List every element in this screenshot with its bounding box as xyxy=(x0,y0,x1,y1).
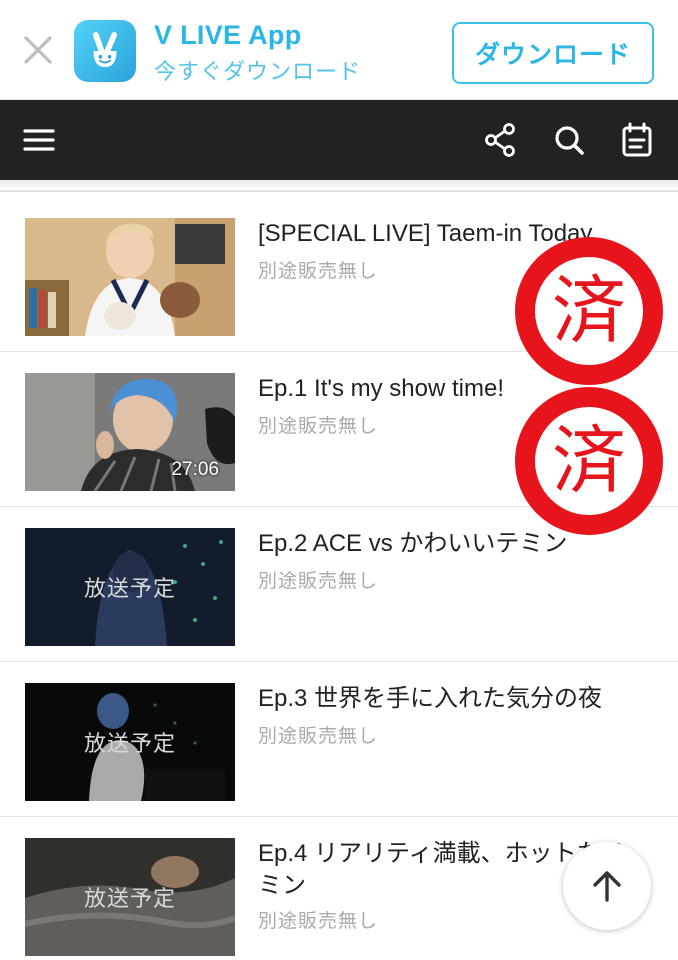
app-subtitle: 今すぐダウンロード xyxy=(154,59,362,84)
scheduled-overlay: 放送予定 xyxy=(25,838,235,956)
svg-text:済: 済 xyxy=(552,268,626,354)
nav-divider xyxy=(0,180,678,192)
arrow-up-icon xyxy=(593,871,621,902)
svg-text:済: 済 xyxy=(552,418,626,504)
video-title[interactable]: Ep.3 世界を手に入れた気分の夜 xyxy=(258,683,638,715)
video-thumbnail[interactable]: 27:06 xyxy=(25,373,235,491)
scheduled-overlay: 放送予定 xyxy=(25,528,235,646)
schedule-icon[interactable] xyxy=(617,120,657,160)
video-duration: 27:06 xyxy=(171,459,219,480)
close-icon[interactable] xyxy=(22,34,54,66)
video-thumbnail[interactable]: 放送予定 xyxy=(25,528,235,646)
video-thumbnail[interactable] xyxy=(25,218,235,336)
completed-stamp: 済 xyxy=(515,387,663,535)
scroll-to-top-button[interactable] xyxy=(563,842,651,930)
completed-stamp: 済 xyxy=(515,237,663,385)
video-price-note: 別途販売無し xyxy=(258,415,379,437)
video-price-note: 別途販売無し xyxy=(258,910,379,932)
video-thumbnail[interactable]: 放送予定 xyxy=(25,838,235,956)
search-icon[interactable] xyxy=(549,120,589,160)
video-price-note: 別途販売無し xyxy=(258,260,379,282)
video-price-note: 別途販売無し xyxy=(258,725,379,747)
video-price-note: 別途販売無し xyxy=(258,570,379,592)
menu-icon[interactable] xyxy=(19,120,59,160)
video-thumbnail[interactable]: 放送予定 xyxy=(25,683,235,801)
video-list-item[interactable]: 放送予定 Ep.3 世界を手に入れた気分の夜 別途販売無し xyxy=(0,663,678,817)
app-download-banner: V LIVE App 今すぐダウンロード ダウンロード xyxy=(0,0,678,100)
top-navigation-bar xyxy=(0,100,678,180)
app-name: V LIVE App xyxy=(154,20,302,50)
scheduled-overlay: 放送予定 xyxy=(25,683,235,801)
vlive-app-logo[interactable] xyxy=(74,20,136,82)
share-icon[interactable] xyxy=(481,120,521,160)
download-button[interactable]: ダウンロード xyxy=(452,22,654,84)
